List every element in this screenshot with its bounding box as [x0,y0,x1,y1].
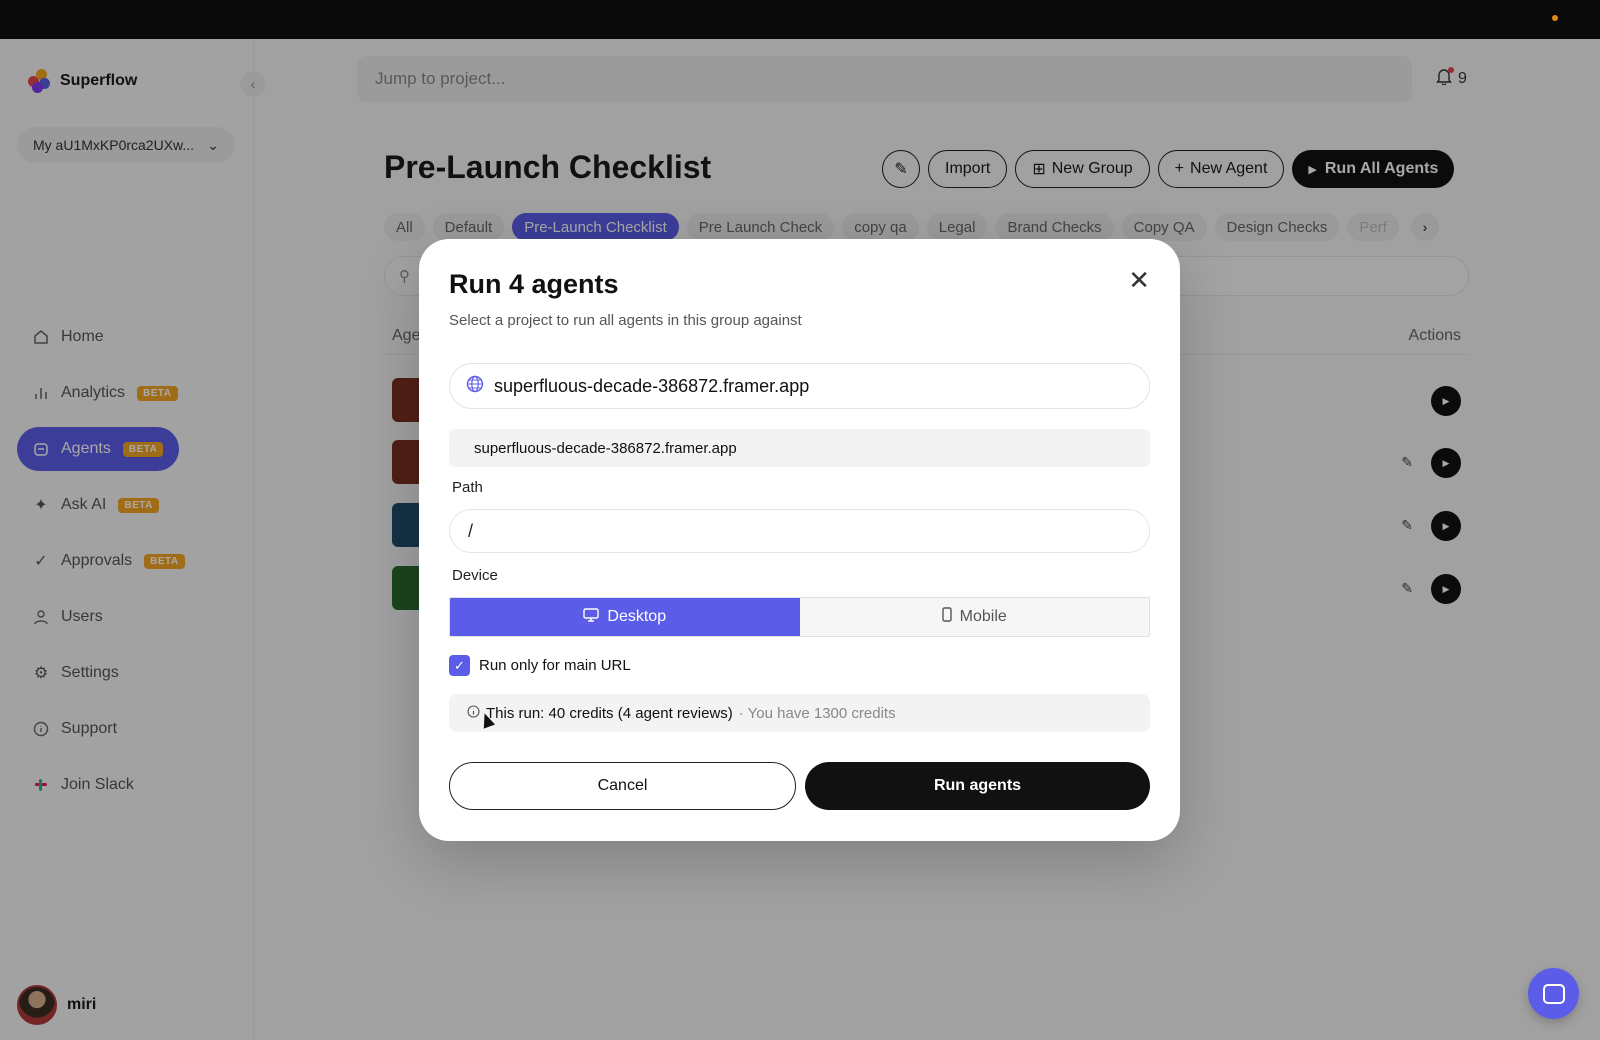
path-label: Path [452,479,483,496]
dialog-subtitle: Select a project to run all agents in th… [449,312,802,329]
credits-main: This run: 40 credits (4 agent reviews) [486,704,733,722]
desktop-label: Desktop [607,608,667,625]
os-top-bar [0,0,1600,39]
project-option[interactable]: superfluous-decade-386872.framer.app [449,429,1150,467]
monitor-icon [583,607,600,627]
device-toggle: Desktop Mobile [449,597,1150,637]
close-icon[interactable]: ✕ [1128,267,1150,293]
main-url-option: ✓ Run only for main URL [449,655,631,676]
info-icon [467,704,480,722]
device-mobile-button[interactable]: Mobile [799,598,1149,636]
path-value: / [468,520,474,541]
main-url-checkbox[interactable]: ✓ [449,655,470,676]
project-value: superfluous-decade-386872.framer.app [494,375,810,396]
globe-icon [466,375,484,398]
chat-support-button[interactable] [1528,968,1579,1019]
project-select[interactable]: superfluous-decade-386872.framer.app [449,363,1150,409]
path-input[interactable]: / [449,509,1150,553]
device-label: Device [452,567,498,584]
cancel-button[interactable]: Cancel [449,762,796,810]
dialog-actions: Cancel Run agents [449,762,1150,810]
credits-balance: · You have 1300 credits [738,704,896,722]
credits-info: This run: 40 credits (4 agent reviews) ·… [449,694,1150,732]
chat-icon [1542,983,1565,1004]
run-agents-button[interactable]: Run agents [805,762,1150,810]
phone-icon [941,607,952,627]
mobile-label: Mobile [959,608,1007,625]
status-dot [1552,15,1558,21]
run-agents-dialog: Run 4 agents Select a project to run all… [419,239,1180,841]
checkbox-label: Run only for main URL [479,657,631,674]
device-desktop-button[interactable]: Desktop [450,598,800,636]
dialog-title: Run 4 agents [449,269,619,299]
